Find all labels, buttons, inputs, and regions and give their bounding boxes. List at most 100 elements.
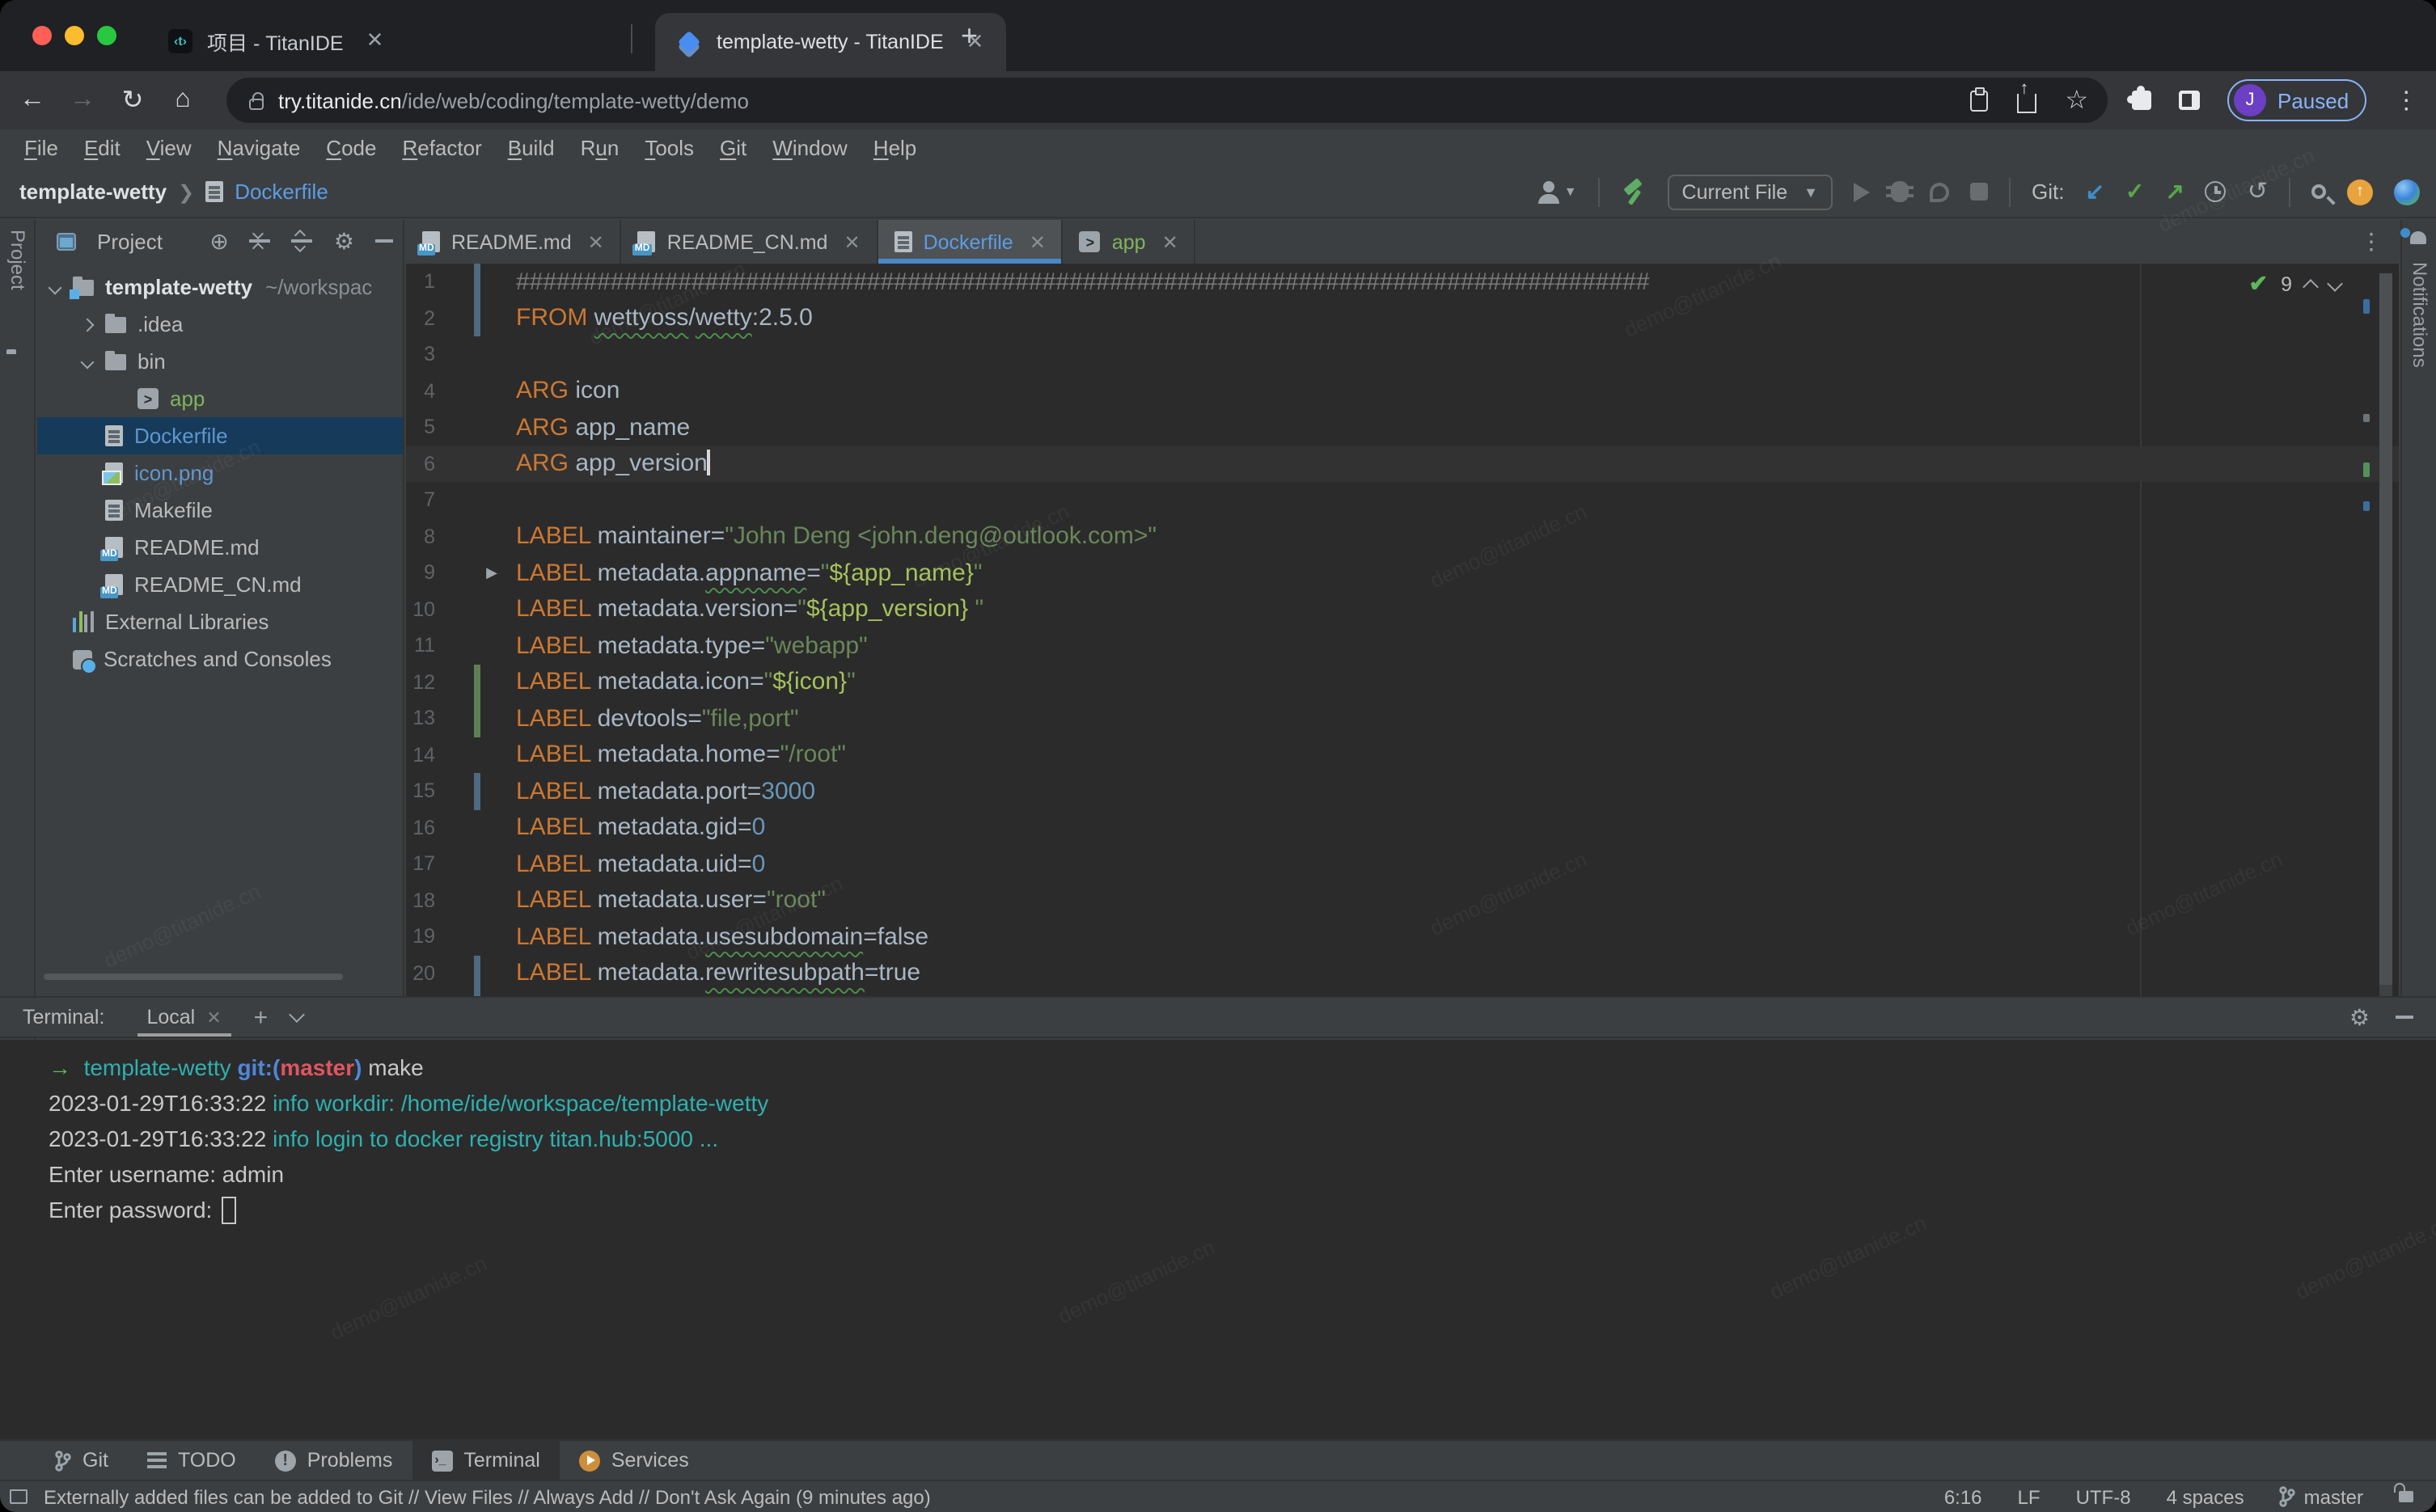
lock-icon[interactable] (249, 98, 264, 109)
close-editor-tab-icon[interactable]: ✕ (1162, 230, 1178, 253)
project-settings-gear-icon[interactable]: ⚙ (334, 227, 354, 255)
git-commit-icon[interactable]: ✓ (2125, 178, 2144, 205)
stripe-mark-modified[interactable] (2363, 299, 2370, 314)
browser-tab-project[interactable]: ‹t› 项目 - TitanIDE ✕ (168, 15, 383, 66)
code-line-4[interactable]: 4ARG icon (406, 373, 2399, 409)
terminal-tab-local[interactable]: Local ✕ (133, 998, 234, 1037)
new-terminal-session-icon[interactable]: + (254, 1003, 269, 1031)
tree-item-bin[interactable]: bin (37, 343, 403, 380)
editor-scrollbar[interactable] (2379, 273, 2392, 996)
menu-item-navigate[interactable]: Navigate (206, 135, 312, 159)
editor-tab-dockerfile[interactable]: Dockerfile✕ (878, 220, 1064, 264)
tree-item--idea[interactable]: .idea (37, 306, 403, 343)
share-icon[interactable] (2016, 94, 2036, 113)
url-text[interactable]: try.titanide.cn/ide/web/coding/template-… (278, 88, 749, 112)
menu-item-run[interactable]: Run (569, 135, 631, 159)
code-line-2[interactable]: 2FROM wettyoss/wetty:2.5.0 (406, 300, 2399, 336)
next-problem-icon[interactable] (2327, 276, 2343, 292)
menu-item-window[interactable]: Window (761, 135, 859, 159)
chevron-right-icon[interactable] (81, 318, 95, 332)
terminal-output[interactable]: → template-wetty git:(master) make2023-0… (0, 1040, 2436, 1439)
encoding-widget[interactable]: UTF-8 (2076, 1485, 2131, 1508)
tool-window-button-terminal[interactable]: ›_Terminal (412, 1441, 560, 1480)
close-terminal-tab-icon[interactable]: ✕ (206, 1007, 221, 1028)
code-lines[interactable]: 1#######################################… (406, 264, 2399, 996)
home-icon[interactable]: ⌂ (165, 86, 201, 115)
browser-tab-template-wetty[interactable]: template-wetty - TitanIDE ✕ (655, 13, 1006, 71)
close-editor-tab-icon[interactable]: ✕ (588, 230, 604, 253)
chevron-down-icon[interactable] (81, 355, 95, 369)
menu-item-file[interactable]: File (13, 135, 70, 159)
code-line-9[interactable]: 9▶LABEL metadata.appname="${app_name}" (406, 555, 2399, 591)
menu-item-build[interactable]: Build (497, 135, 566, 159)
code-line-3[interactable]: 3 (406, 336, 2399, 373)
menu-item-view[interactable]: View (135, 135, 203, 159)
tree-item-icon-png[interactable]: icon.png (37, 454, 403, 492)
profile-chip[interactable]: J Paused (2227, 79, 2366, 121)
browser-menu-icon[interactable]: ⋮ (2394, 86, 2418, 115)
code-line-10[interactable]: 10LABEL metadata.version="${app_version}… (406, 591, 2399, 627)
code-line-17[interactable]: 17LABEL metadata.uid=0 (406, 846, 2399, 882)
code-line-14[interactable]: 14LABEL metadata.home="/root" (406, 737, 2399, 773)
close-editor-tab-icon[interactable]: ✕ (844, 230, 860, 253)
expand-all-icon[interactable] (250, 231, 271, 251)
git-update-icon[interactable]: ↙ (2085, 178, 2104, 205)
code-line-19[interactable]: 19LABEL metadata.usesubdomain=false (406, 919, 2399, 955)
chevron-down-icon[interactable] (49, 281, 62, 294)
stripe-mark-added[interactable] (2363, 462, 2370, 477)
history-icon[interactable] (2206, 181, 2227, 202)
editor-body[interactable]: 1#######################################… (406, 264, 2399, 996)
line-separator-widget[interactable]: LF (2018, 1485, 2041, 1508)
tree-item-scratches-and-consoles[interactable]: Scratches and Consoles (37, 640, 403, 678)
code-line-5[interactable]: 5ARG app_name (406, 409, 2399, 446)
code-with-me-button[interactable]: ▼ (1538, 180, 1577, 203)
tree-item-makefile[interactable]: Makefile (37, 492, 403, 529)
tree-item-dockerfile[interactable]: Dockerfile (37, 417, 403, 454)
stripe-project-button[interactable]: Project (6, 230, 29, 290)
tool-window-button-services[interactable]: Services (560, 1441, 708, 1480)
breadcrumb-project[interactable]: template-wetty (19, 179, 167, 204)
code-line-18[interactable]: 18LABEL metadata.user="root" (406, 882, 2399, 919)
tool-window-button-git[interactable]: Git (36, 1441, 128, 1480)
close-editor-tab-icon[interactable]: ✕ (1030, 230, 1046, 253)
editor-tab-app[interactable]: >app✕ (1064, 220, 1196, 264)
build-hammer-icon[interactable] (1621, 180, 1647, 203)
menu-item-edit[interactable]: Edit (73, 135, 132, 159)
stop-icon[interactable] (1970, 183, 1988, 201)
editor-tab-readme-md[interactable]: README.md✕ (406, 220, 622, 264)
menu-item-code[interactable]: Code (315, 135, 387, 159)
horizontal-scrollbar[interactable] (44, 974, 343, 980)
code-line-6[interactable]: 6ARG app_version (406, 446, 2399, 482)
tree-item-readme-md[interactable]: README.md (37, 529, 403, 566)
run-configuration-select[interactable]: Current File▼ (1668, 174, 1833, 209)
prev-problem-icon[interactable] (2303, 279, 2319, 295)
collapse-all-icon[interactable] (292, 231, 313, 251)
upgrade-icon[interactable]: ↑ (2347, 179, 2373, 205)
event-log-icon[interactable] (10, 1489, 27, 1504)
close-window-button[interactable] (32, 26, 52, 45)
code-line-7[interactable]: 7 (406, 482, 2399, 518)
rollback-icon[interactable]: ↺ (2248, 181, 2268, 202)
back-icon[interactable]: ← (15, 86, 50, 115)
stripe-mark-warning[interactable] (2363, 414, 2370, 422)
ide-assistant-icon[interactable] (2394, 179, 2420, 205)
git-push-icon[interactable]: ↗ (2165, 178, 2184, 205)
editor-tab-readme-cn-md[interactable]: README_CN.md✕ (622, 220, 878, 264)
code-line-16[interactable]: 16LABEL metadata.gid=0 (406, 809, 2399, 846)
code-line-11[interactable]: 11LABEL metadata.type="webapp" (406, 627, 2399, 664)
search-everywhere-icon[interactable] (2311, 184, 2326, 199)
menu-item-tools[interactable]: Tools (633, 135, 705, 159)
code-line-15[interactable]: 15LABEL metadata.port=3000 (406, 773, 2399, 809)
editor-tabs-more-icon[interactable]: ⋮ (2344, 220, 2399, 264)
code-line-8[interactable]: 8LABEL maintainer="John Deng <john.deng@… (406, 518, 2399, 555)
code-line-1[interactable]: 1#######################################… (406, 264, 2399, 300)
tree-item-external-libraries[interactable]: External Libraries (37, 603, 403, 640)
code-line-13[interactable]: 13LABEL devtools="file,port" (406, 700, 2399, 737)
breadcrumb-file[interactable]: Dockerfile (235, 179, 328, 204)
git-branch-widget[interactable]: master (2280, 1485, 2363, 1508)
locate-file-icon[interactable]: ⊕ (209, 227, 228, 255)
forward-icon[interactable]: → (65, 86, 100, 115)
side-panel-icon[interactable] (2179, 91, 2200, 110)
minimize-terminal-icon[interactable] (2396, 1016, 2413, 1019)
hide-panel-icon[interactable] (375, 239, 393, 243)
